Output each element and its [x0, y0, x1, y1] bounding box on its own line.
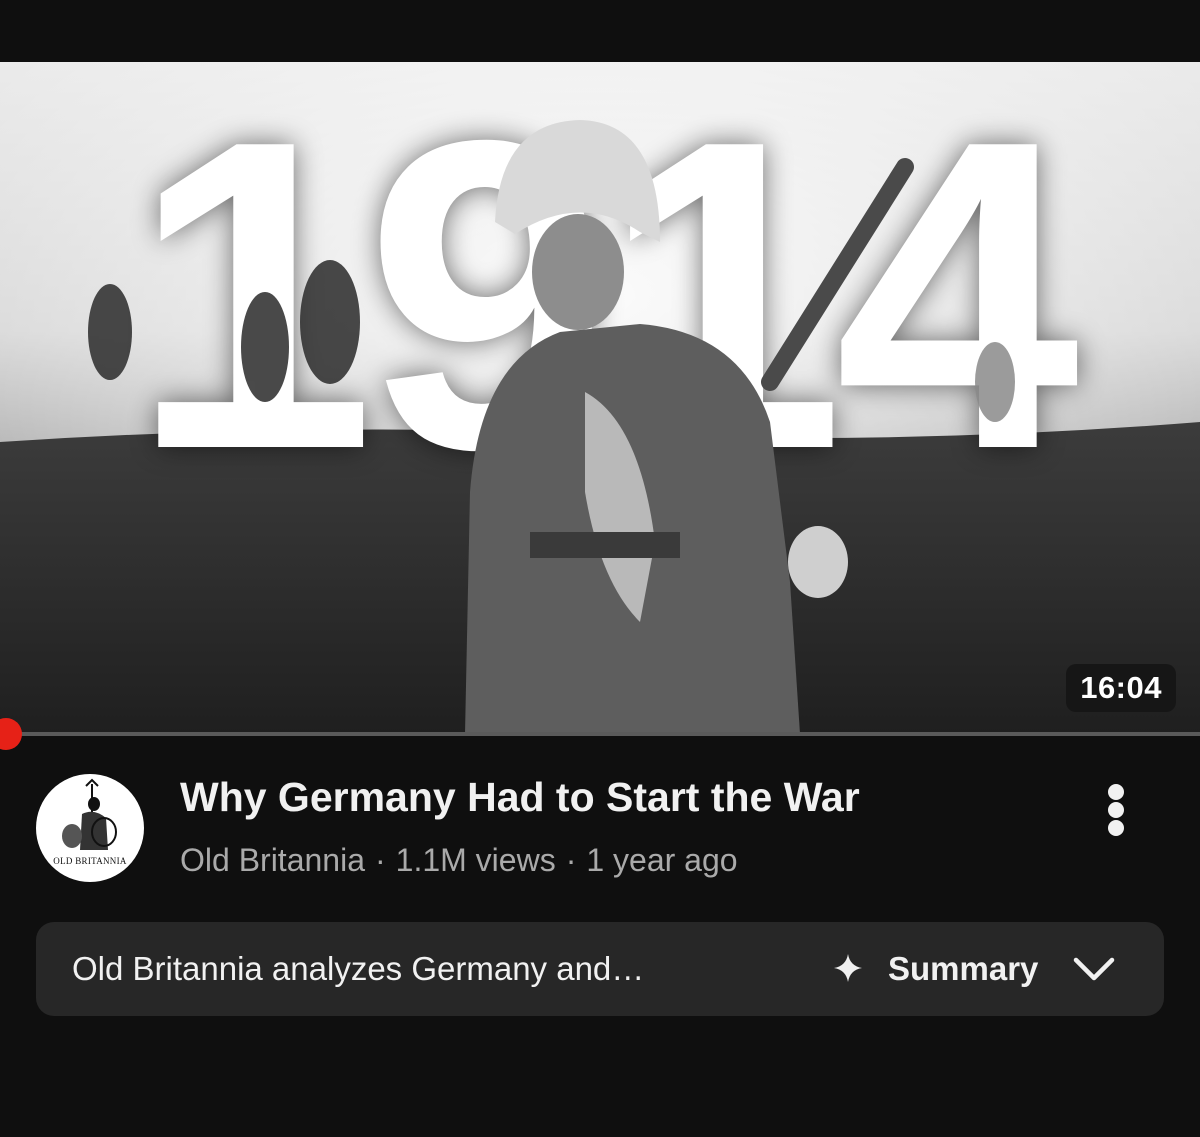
summary-label: Summary	[888, 950, 1039, 987]
meta-separator: ·	[565, 842, 577, 878]
video-metadata: Old Britannia · 1.1M views · 1 year ago	[180, 842, 738, 879]
channel-name[interactable]: Old Britannia	[180, 842, 365, 878]
view-count: 1.1M views	[395, 842, 556, 878]
dot-icon	[1108, 784, 1124, 800]
thumbnail-image: 1914 1914	[0, 62, 1200, 734]
more-options-button[interactable]	[1094, 780, 1138, 840]
channel-avatar[interactable]: OLD BRITANNIA	[36, 774, 144, 882]
avatar-label: OLD BRITANNIA	[53, 856, 127, 866]
summary-expand-button[interactable]: Summary	[832, 940, 1142, 998]
sparkle-icon	[834, 954, 862, 982]
summary-preview-text: Old Britannia analyzes Germany and…	[72, 950, 645, 987]
video-thumbnail[interactable]: 1914 1914 16:04	[0, 62, 1200, 734]
summary-panel[interactable]: Old Britannia analyzes Germany and… Summ…	[36, 922, 1164, 1016]
dot-icon	[1108, 820, 1124, 836]
duration-badge: 16:04	[1066, 664, 1176, 712]
upload-age: 1 year ago	[586, 842, 738, 878]
meta-separator: ·	[374, 842, 386, 878]
watch-progress-bar[interactable]	[0, 718, 1200, 750]
chevron-down-icon	[1073, 957, 1115, 981]
video-card: 1914 1914 16:04	[0, 0, 1200, 1137]
video-title[interactable]: Why Germany Had to Start the War	[180, 774, 860, 821]
dot-icon	[1108, 802, 1124, 818]
